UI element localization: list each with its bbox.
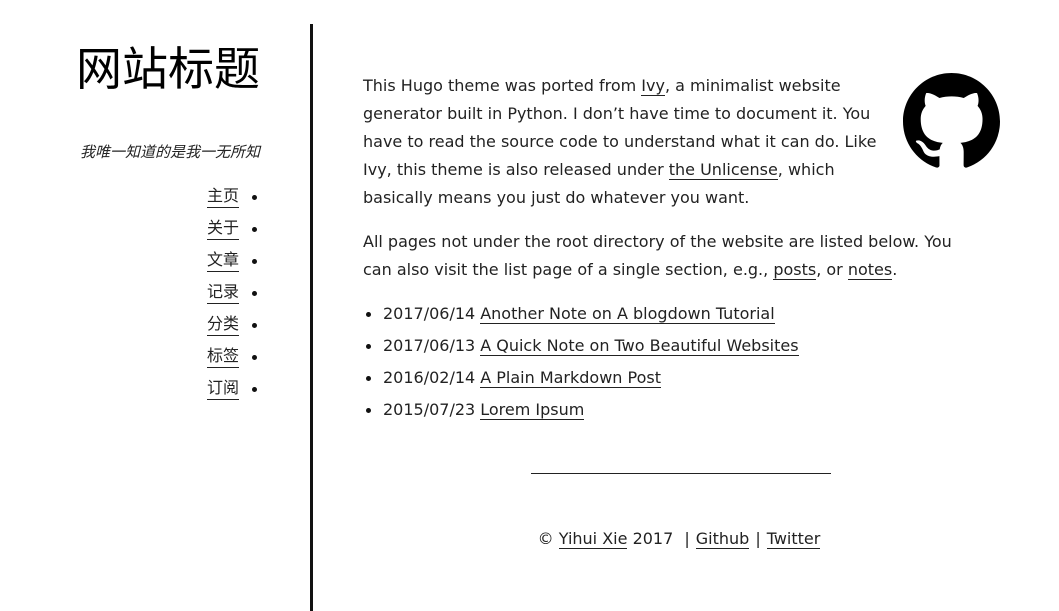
ivy-link[interactable]: Ivy bbox=[641, 76, 665, 96]
post-link[interactable]: A Plain Markdown Post bbox=[480, 368, 662, 388]
post-date: 2016/02/14 bbox=[383, 368, 476, 387]
intro-paragraph: This Hugo theme was ported from Ivy, a m… bbox=[363, 72, 903, 212]
menu-item-home: 主页 bbox=[206, 181, 262, 213]
intro-text-1: This Hugo theme was ported from bbox=[363, 76, 642, 95]
sidebar-menu: 主页 关于 文章 记录 分类 标签 订阅 bbox=[206, 181, 262, 405]
bullet-icon bbox=[252, 386, 257, 392]
bullet-icon bbox=[252, 194, 257, 200]
post-link[interactable]: Another Note on A blogdown Tutorial bbox=[480, 304, 775, 324]
twitter-link[interactable]: Twitter bbox=[766, 529, 821, 549]
list-item: 2015/07/23 Lorem Ipsum bbox=[363, 396, 975, 428]
post-link[interactable]: Lorem Ipsum bbox=[480, 400, 585, 420]
copyright-year: 2017 bbox=[632, 529, 674, 548]
menu-link-posts[interactable]: 文章 bbox=[206, 250, 239, 272]
posts-section-link[interactable]: posts bbox=[773, 260, 817, 280]
bullet-icon bbox=[366, 376, 371, 381]
github-link[interactable]: Github bbox=[695, 529, 750, 549]
post-date: 2017/06/14 bbox=[383, 304, 476, 323]
bullet-icon bbox=[252, 226, 257, 232]
site-subtitle: 我唯一知道的是我一无所知 bbox=[79, 143, 260, 161]
bullet-icon bbox=[252, 322, 257, 328]
post-date: 2017/06/13 bbox=[383, 336, 476, 355]
post-link[interactable]: A Quick Note on Two Beautiful Websites bbox=[480, 336, 799, 356]
menu-item-posts: 文章 bbox=[206, 245, 262, 277]
menu-link-home[interactable]: 主页 bbox=[206, 186, 239, 208]
menu-item-categories: 分类 bbox=[206, 309, 262, 341]
listing-paragraph: All pages not under the root directory o… bbox=[363, 228, 975, 284]
menu-item-tags: 标签 bbox=[206, 341, 262, 373]
vertical-divider bbox=[310, 24, 313, 611]
menu-link-notes[interactable]: 记录 bbox=[206, 282, 239, 304]
main-content: This Hugo theme was ported from Ivy, a m… bbox=[363, 72, 975, 428]
menu-link-tags[interactable]: 标签 bbox=[206, 346, 239, 368]
menu-item-subscribe: 订阅 bbox=[206, 373, 262, 405]
bullet-icon bbox=[366, 344, 371, 349]
footer-separator: | bbox=[755, 529, 761, 548]
footer-divider bbox=[531, 473, 831, 474]
menu-link-about[interactable]: 关于 bbox=[206, 218, 239, 240]
menu-item-notes: 记录 bbox=[206, 277, 262, 309]
author-link[interactable]: Yihui Xie bbox=[558, 529, 628, 549]
post-date: 2015/07/23 bbox=[383, 400, 476, 419]
copyright-symbol: © bbox=[537, 529, 554, 548]
sidebar: 网站标题 我唯一知道的是我一无所知 主页 关于 文章 记录 分类 标签 订阅 bbox=[0, 24, 262, 611]
bullet-icon bbox=[252, 354, 257, 360]
menu-link-categories[interactable]: 分类 bbox=[206, 314, 239, 336]
bullet-icon bbox=[252, 258, 257, 264]
list-item: 2017/06/13 A Quick Note on Two Beautiful … bbox=[363, 332, 975, 364]
list-item: 2016/02/14 A Plain Markdown Post bbox=[363, 364, 975, 396]
post-list: 2017/06/14 Another Note on A blogdown Tut… bbox=[363, 300, 975, 428]
menu-item-about: 关于 bbox=[206, 213, 262, 245]
list-item: 2017/06/14 Another Note on A blogdown Tut… bbox=[363, 300, 975, 332]
footer: © Yihui Xie 2017 | Github | Twitter bbox=[363, 525, 995, 553]
footer-separator: | bbox=[684, 529, 690, 548]
listing-text-2: , or bbox=[816, 260, 848, 279]
notes-section-link[interactable]: notes bbox=[847, 260, 893, 280]
bullet-icon bbox=[252, 290, 257, 296]
site-title[interactable]: 网站标题 bbox=[76, 46, 260, 92]
bullet-icon bbox=[366, 312, 371, 317]
menu-link-subscribe[interactable]: 订阅 bbox=[206, 378, 239, 400]
bullet-icon bbox=[366, 408, 371, 413]
unlicense-link[interactable]: the Unlicense bbox=[668, 160, 778, 180]
listing-text-3: . bbox=[892, 260, 898, 279]
